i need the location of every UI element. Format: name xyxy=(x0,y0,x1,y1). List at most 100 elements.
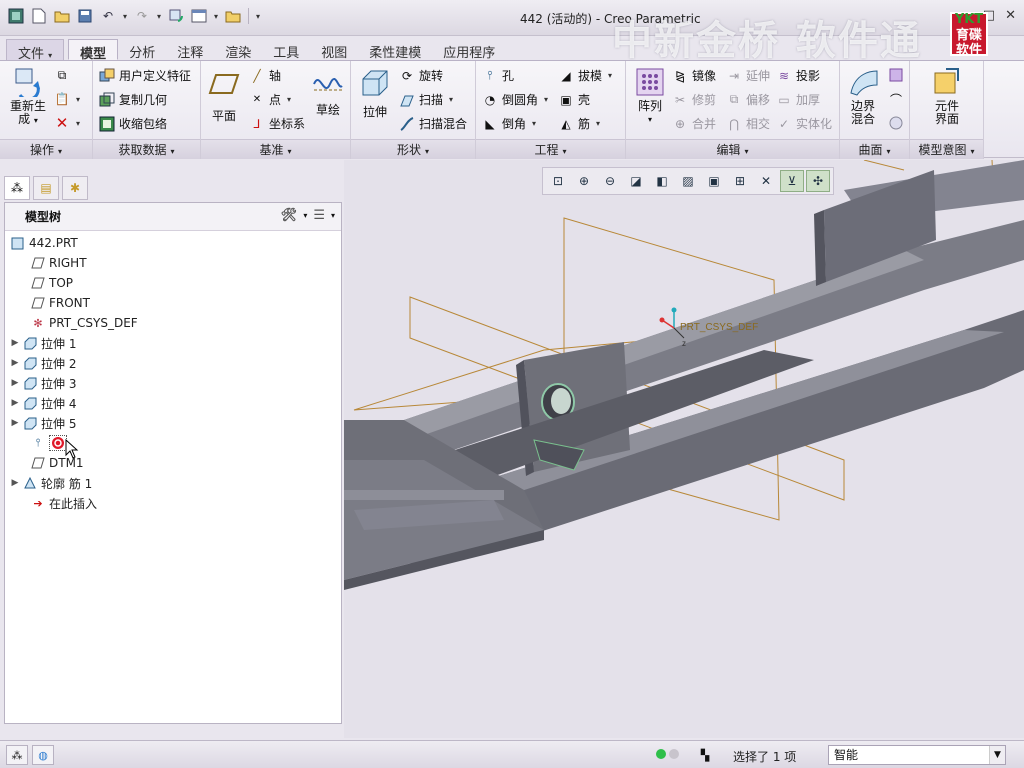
group-model-intent-label[interactable]: 模型意图 ▾ xyxy=(910,139,983,159)
tab-flexible-modeling[interactable]: 柔性建模 xyxy=(358,39,432,61)
spin-center-icon[interactable]: ✣ xyxy=(806,170,830,192)
expand-arrow-icon[interactable]: ▶ xyxy=(9,478,21,488)
solidify-button[interactable]: ✓ 实体化 xyxy=(776,115,832,132)
rib-button[interactable]: ◭ 筋 ▾ xyxy=(558,115,600,132)
app-icon[interactable] xyxy=(6,6,26,26)
project-button[interactable]: ≋ 投影 xyxy=(776,67,820,84)
group-shapes-label[interactable]: 形状 ▾ xyxy=(351,139,475,159)
settings-icon[interactable]: 🛠 xyxy=(281,208,298,223)
toggle-browser-icon[interactable]: ◍ xyxy=(32,745,54,765)
redo-icon[interactable]: ↷ xyxy=(132,6,152,26)
component-interface-button[interactable]: 元件 界面 xyxy=(928,67,966,126)
tab-view[interactable]: 视图 xyxy=(310,39,358,61)
windows-icon[interactable] xyxy=(189,6,209,26)
tree-item-extrude-2[interactable]: ▶ 拉伸 2 xyxy=(5,353,341,373)
expand-arrow-icon[interactable]: ▶ xyxy=(9,378,21,388)
undo-icon[interactable]: ↶ xyxy=(98,6,118,26)
tree-item-extrude-5[interactable]: ▶ 拉伸 5 xyxy=(5,413,341,433)
tree-item-dtm1[interactable]: DTM1 xyxy=(5,453,341,473)
copy-button[interactable]: ⧉ xyxy=(54,67,70,83)
toggle-navigator-icon[interactable]: ⁂ xyxy=(6,745,28,765)
tree-item-top[interactable]: TOP xyxy=(5,273,341,293)
new-icon[interactable] xyxy=(29,6,49,26)
freestyle-button[interactable] xyxy=(888,115,904,131)
tree-item-rib-1[interactable]: ▶ 轮廓 筋 1 xyxy=(5,473,341,493)
copy-geometry-button[interactable]: 复制几何 xyxy=(99,91,167,108)
revolve-button[interactable]: ⟳ 旋转 xyxy=(399,67,443,84)
mirror-button[interactable]: ⧎ 镜像 xyxy=(672,67,716,84)
close-window-icon[interactable] xyxy=(223,6,243,26)
shell-button[interactable]: ▣ 壳 xyxy=(558,91,590,108)
display-style-icon[interactable]: ◧ xyxy=(650,170,674,192)
hole-button[interactable]: ⫯ 孔 xyxy=(482,67,514,84)
tab-tools[interactable]: 工具 xyxy=(262,39,310,61)
fill-button[interactable] xyxy=(888,67,904,83)
tree-item-extrude-4[interactable]: ▶ 拉伸 4 xyxy=(5,393,341,413)
boundary-blend-button[interactable]: 边界 混合 xyxy=(844,67,882,126)
expand-arrow-icon[interactable]: ▶ xyxy=(9,338,21,348)
datum-display-icon[interactable]: ✕ xyxy=(754,170,778,192)
tab-annotate[interactable]: 注释 xyxy=(166,39,214,61)
tree-item-right[interactable]: RIGHT xyxy=(5,253,341,273)
expand-arrow-icon[interactable]: ▶ xyxy=(9,418,21,428)
view-manager-icon[interactable]: ▣ xyxy=(702,170,726,192)
extend-button[interactable]: ⇥ 延伸 xyxy=(726,67,770,84)
model-tree-tab[interactable]: ⁂ xyxy=(4,176,30,200)
windows-dropdown-icon[interactable]: ▾ xyxy=(212,12,220,21)
group-get-data-label[interactable]: 获取数据 ▾ xyxy=(93,139,200,159)
intersect-button[interactable]: ⋂ 相交 xyxy=(726,115,770,132)
trim-button[interactable]: ✂ 修剪 xyxy=(672,91,716,108)
point-button[interactable]: ✕ 点 ▾ xyxy=(249,91,291,108)
chamfer-button[interactable]: ◣ 倒角 ▾ xyxy=(482,115,536,132)
round-button[interactable]: ◔ 倒圆角 ▾ xyxy=(482,91,548,108)
shrinkwrap-button[interactable]: 收缩包络 xyxy=(99,115,167,132)
pattern-button[interactable]: 阵列 ▾ xyxy=(632,67,668,126)
show-dropdown-icon[interactable]: ▾ xyxy=(331,211,335,220)
tree-item-front[interactable]: FRONT xyxy=(5,293,341,313)
settings-dropdown-icon[interactable]: ▾ xyxy=(303,211,307,220)
group-engineering-label[interactable]: 工程 ▾ xyxy=(476,139,625,159)
delete-button[interactable]: ✕ ▾ xyxy=(54,114,80,132)
swept-blend-button[interactable]: 扫描混合 xyxy=(399,115,467,132)
repaint-icon[interactable]: ◪ xyxy=(624,170,648,192)
close-icon[interactable]: ✕ xyxy=(1005,8,1016,23)
extrude-button[interactable]: 拉伸 xyxy=(357,67,393,119)
sweep-button[interactable]: 扫描 ▾ xyxy=(399,91,453,108)
sketch-button[interactable]: 草绘 xyxy=(311,67,345,117)
draft-button[interactable]: ◢ 拔模 ▾ xyxy=(558,67,612,84)
zoom-in-icon[interactable]: ⊕ xyxy=(572,170,596,192)
save-icon[interactable] xyxy=(75,6,95,26)
selection-filter[interactable]: 智能 ▼ xyxy=(828,745,1006,765)
tree-item-extrude-3[interactable]: ▶ 拉伸 3 xyxy=(5,373,341,393)
tree-item-insert-here[interactable]: ➔ 在此插入 xyxy=(5,493,341,513)
refit-icon[interactable]: ⊡ xyxy=(546,170,570,192)
plane-button[interactable]: 平面 xyxy=(207,69,241,123)
annotation-display-icon[interactable]: ⊻ xyxy=(780,170,804,192)
tab-file[interactable]: 文件 ▾ xyxy=(6,39,65,62)
graphics-area[interactable]: PRT_CSYS_DEF z xyxy=(344,160,1024,738)
group-operations-label[interactable]: 操作 ▾ xyxy=(0,139,92,159)
tree-item-csys[interactable]: ✻ PRT_CSYS_DEF xyxy=(5,313,341,333)
tree-item-extrude-1[interactable]: ▶ 拉伸 1 xyxy=(5,333,341,353)
show-icon[interactable]: ☰ xyxy=(313,208,325,223)
customize-icon[interactable]: ▾ xyxy=(254,12,262,21)
csys-button[interactable]: ⅃ 坐标系 xyxy=(249,115,305,132)
group-surfaces-label[interactable]: 曲面 ▾ xyxy=(840,139,909,159)
tab-model[interactable]: 模型 xyxy=(68,39,119,62)
tab-applications[interactable]: 应用程序 xyxy=(432,39,506,61)
merge-button[interactable]: ⊕ 合并 xyxy=(672,115,716,132)
folder-browser-tab[interactable]: ▤ xyxy=(33,176,59,200)
paste-button[interactable]: 📋 ▾ xyxy=(54,91,81,107)
open-icon[interactable] xyxy=(52,6,72,26)
tab-analysis[interactable]: 分析 xyxy=(118,39,166,61)
group-editing-label[interactable]: 编辑 ▾ xyxy=(626,139,839,159)
redo-dropdown-icon[interactable]: ▾ xyxy=(155,12,163,21)
find-icon[interactable]: ▚ xyxy=(694,745,716,765)
expand-arrow-icon[interactable]: ▶ xyxy=(9,358,21,368)
zoom-out-icon[interactable]: ⊖ xyxy=(598,170,622,192)
udf-button[interactable]: 用户定义特征 xyxy=(99,67,191,84)
favorites-tab[interactable]: ✱ xyxy=(62,176,88,200)
regenerate-icon[interactable] xyxy=(166,6,186,26)
group-datum-label[interactable]: 基准 ▾ xyxy=(201,139,350,159)
axis-button[interactable]: ╱ 轴 xyxy=(249,67,281,84)
